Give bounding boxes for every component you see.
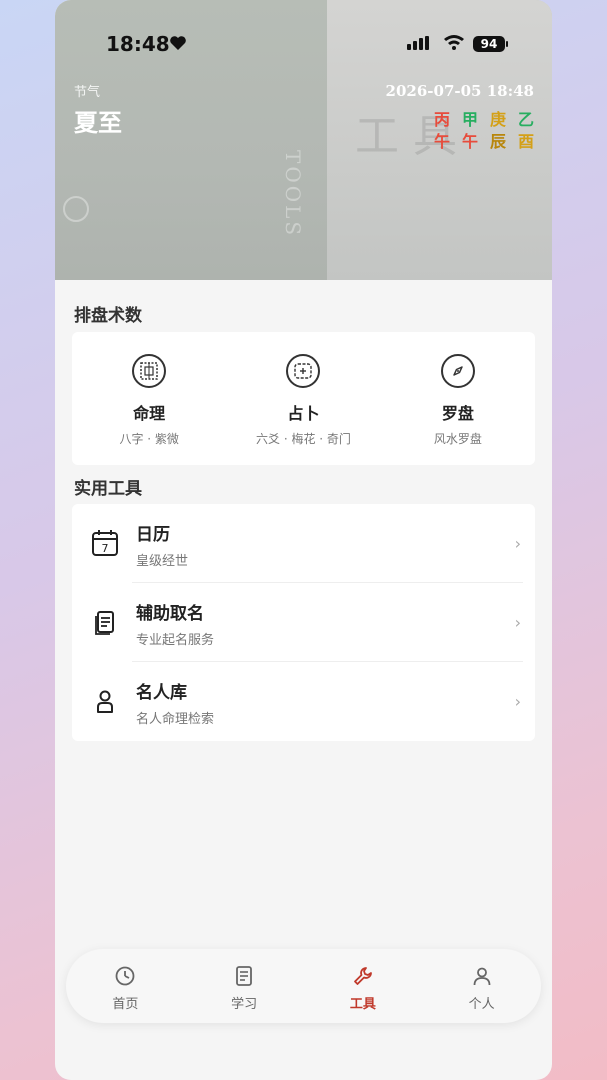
tool-title: 名人库 — [136, 683, 187, 703]
divination-item-name: 占卜 — [287, 404, 320, 423]
tab-profile[interactable]: 个人 — [422, 949, 541, 1023]
tool-subtitle: 名人命理检索 — [136, 712, 215, 727]
ganzhi-branch-0: 午 — [434, 132, 451, 151]
yinyang-icon — [63, 196, 89, 222]
document-icon — [95, 611, 114, 635]
ganzhi-stems-row: 丙甲庚乙 — [434, 109, 534, 131]
ganzhi-stem-0: 丙 — [434, 110, 451, 129]
divination-item-sub: 风水罗盘 — [433, 432, 482, 446]
hexagram-icon — [286, 354, 321, 388]
bottom-tab-bar: 首页 学习 工具 个人 — [66, 949, 541, 1023]
divination-item-luopan[interactable]: 罗盘 风水罗盘 — [381, 332, 535, 465]
ganzhi-branch-3: 酉 — [517, 132, 534, 151]
battery-tip — [506, 41, 508, 47]
battery-indicator: 94 — [473, 36, 505, 52]
wrench-icon — [353, 967, 372, 985]
header-banner: 工具 TOOLS 18:48 94 节气 夏至 2026-07-05 18:48… — [55, 0, 552, 280]
tool-subtitle: 专业起名服务 — [136, 633, 215, 648]
section-title-tools: 实用工具 — [74, 479, 142, 499]
ganzhi-branch-2: 辰 — [489, 132, 506, 151]
divination-item-name: 罗盘 — [441, 404, 474, 423]
tool-title: 日历 — [136, 525, 170, 545]
divination-item-sub: 八字 · 紫微 — [119, 432, 179, 446]
chevron-right-icon: › — [514, 692, 521, 711]
tab-label: 首页 — [112, 997, 139, 1012]
tool-row-celebrities[interactable]: 名人库 名人命理检索 › — [72, 662, 535, 741]
tool-title: 辅助取名 — [136, 604, 204, 624]
ganzhi-stem-2: 庚 — [489, 110, 506, 129]
tool-row-naming[interactable]: 辅助取名 专业起名服务 › — [72, 583, 535, 662]
ganzhi-branches-row: 午午辰酉 — [434, 131, 534, 153]
section-title-divination: 排盘术数 — [74, 306, 142, 326]
ganzhi-stem-1: 甲 — [461, 110, 478, 129]
divination-item-name: 命理 — [133, 404, 166, 423]
divination-card: 命理 八字 · 紫微 占卜 六爻 · 梅花 · 奇门 罗盘 风水罗盘 — [72, 332, 535, 465]
tab-label: 工具 — [349, 997, 376, 1012]
person-icon — [97, 690, 113, 713]
calendar-icon: 7 — [92, 530, 118, 556]
signal-icon — [407, 36, 429, 50]
chevron-right-icon: › — [514, 613, 521, 632]
solar-term-name: 夏至 — [74, 109, 122, 137]
tool-row-calendar[interactable]: 7 日历 皇级经世 › — [72, 504, 535, 583]
wifi-icon — [444, 35, 464, 50]
chevron-right-icon: › — [514, 534, 521, 553]
compass-icon — [440, 354, 475, 388]
grid-chart-icon — [132, 354, 167, 388]
heart-icon — [170, 36, 186, 50]
tab-home[interactable]: 首页 — [66, 949, 185, 1023]
banner-vertical-text: TOOLS — [281, 150, 305, 239]
solar-term-label: 节气 — [74, 85, 101, 100]
app-screen: 工具 TOOLS 18:48 94 节气 夏至 2026-07-05 18:48… — [55, 0, 552, 1080]
tool-subtitle: 皇级经世 — [136, 554, 189, 569]
tab-tools[interactable]: 工具 — [304, 949, 423, 1023]
tab-label: 个人 — [468, 997, 495, 1012]
user-icon — [473, 967, 491, 986]
current-datetime: 2026-07-05 18:48 — [385, 82, 534, 100]
tools-card: 7 日历 皇级经世 › 辅助取名 专业起名服务 › 名人库 名人命理检索 › — [72, 504, 535, 741]
status-time: 18:48 — [106, 32, 170, 56]
ganzhi-pillars: 丙甲庚乙 午午辰酉 — [434, 109, 534, 153]
clock-icon — [115, 966, 135, 986]
divination-item-sub: 六爻 · 梅花 · 奇门 — [256, 432, 351, 446]
divination-item-zhanbu[interactable]: 占卜 六爻 · 梅花 · 奇门 — [226, 332, 380, 465]
ganzhi-branch-1: 午 — [461, 132, 478, 151]
book-icon — [236, 966, 253, 986]
tab-label: 学习 — [231, 997, 258, 1012]
status-bar: 18:48 94 — [55, 30, 552, 60]
ganzhi-stem-3: 乙 — [517, 110, 534, 129]
divination-item-mingli[interactable]: 命理 八字 · 紫微 — [72, 332, 226, 465]
svg-text:7: 7 — [102, 542, 109, 555]
tab-study[interactable]: 学习 — [185, 949, 304, 1023]
